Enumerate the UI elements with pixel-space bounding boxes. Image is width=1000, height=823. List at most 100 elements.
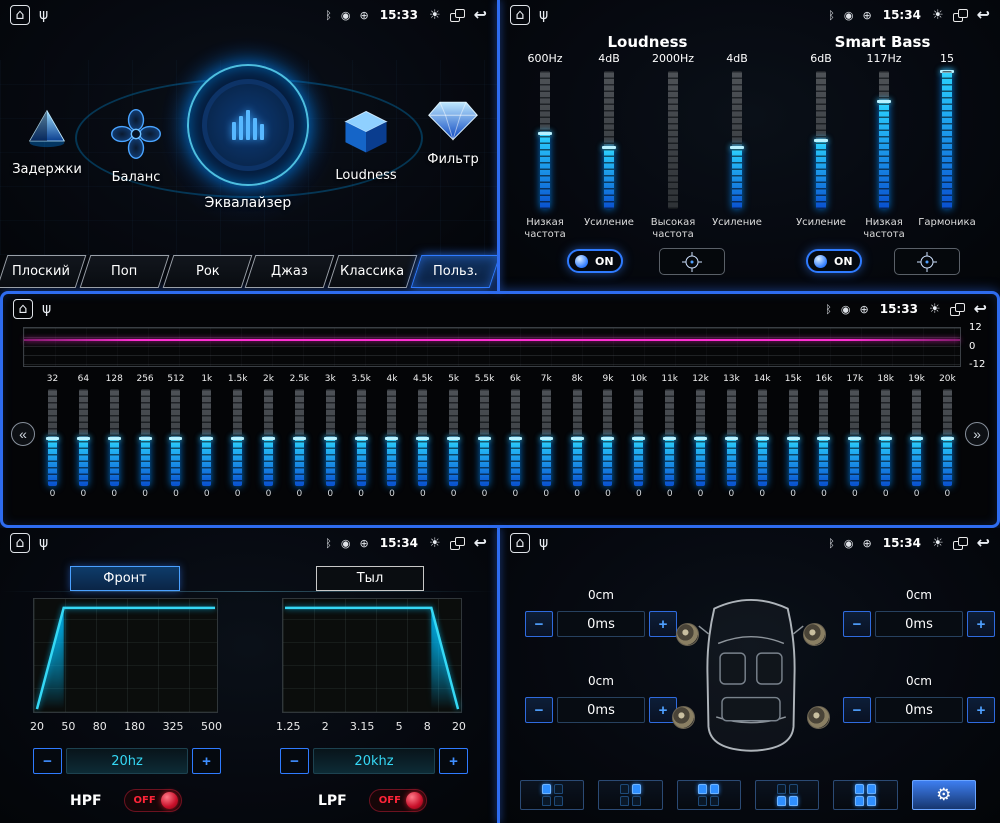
lpf-frequency-slider[interactable]: 20khz — [313, 748, 435, 774]
loudness-slider: 4dBУсиление — [705, 52, 769, 229]
delay-minus-button[interactable]: − — [525, 611, 553, 637]
slider-track[interactable] — [540, 71, 550, 209]
loudness-on-toggle[interactable]: ON — [567, 249, 623, 273]
slider-track[interactable] — [665, 389, 674, 486]
slider-track[interactable] — [696, 389, 705, 486]
smartbass-on-toggle[interactable]: ON — [806, 249, 862, 273]
slider-track[interactable] — [202, 389, 211, 486]
slider-track[interactable] — [727, 389, 736, 486]
tab-front[interactable]: Фронт — [70, 566, 180, 591]
menu-item-delays[interactable]: Задержки — [4, 102, 90, 177]
slider-track[interactable] — [542, 389, 551, 486]
seat-preset-button[interactable] — [520, 780, 584, 810]
menu-item-equalizer[interactable]: Эквалайзер — [180, 64, 316, 211]
hpf-minus-button[interactable]: − — [33, 748, 62, 774]
recent-apps-icon[interactable] — [953, 537, 968, 550]
preset-tab[interactable]: Плоский — [0, 255, 86, 288]
slider-track[interactable] — [295, 389, 304, 486]
tab-rear[interactable]: Тыл — [316, 566, 424, 591]
hpf-frequency-slider[interactable]: 20hz — [66, 748, 188, 774]
slider-track[interactable] — [881, 389, 890, 486]
slider-track[interactable] — [326, 389, 335, 486]
slider-track[interactable] — [110, 389, 119, 486]
brightness-icon[interactable]: ☀ — [429, 9, 441, 22]
preset-tab[interactable]: Классика — [328, 255, 418, 288]
seat-preset-button[interactable] — [677, 780, 741, 810]
slider-track[interactable] — [233, 389, 242, 486]
slider-track[interactable] — [387, 389, 396, 486]
slider-track[interactable] — [816, 71, 826, 209]
menu-item-loudness[interactable]: Loudness — [322, 104, 410, 183]
slider-track[interactable] — [171, 389, 180, 486]
slider-track[interactable] — [79, 389, 88, 486]
home-icon[interactable]: ⌂ — [13, 299, 33, 319]
preset-tab[interactable]: Польз. — [411, 255, 497, 288]
recent-apps-icon[interactable] — [450, 9, 465, 22]
delay-minus-button[interactable]: − — [525, 697, 553, 723]
slider-track[interactable] — [758, 389, 767, 486]
preset-tab[interactable]: Рок — [162, 255, 252, 288]
brightness-icon[interactable]: ☀ — [932, 537, 944, 550]
slider-track[interactable] — [573, 389, 582, 486]
slider-track[interactable] — [357, 389, 366, 486]
delay-plus-button[interactable]: + — [649, 611, 677, 637]
slider-track[interactable] — [511, 389, 520, 486]
slider-track[interactable] — [604, 71, 614, 209]
menu-item-balance[interactable]: Баланс — [94, 106, 178, 185]
seat-preset-button[interactable] — [598, 780, 662, 810]
brightness-icon[interactable]: ☀ — [932, 9, 944, 22]
slider-track[interactable] — [418, 389, 427, 486]
slider-track[interactable] — [850, 389, 859, 486]
prev-page-button[interactable]: « — [11, 422, 35, 446]
loudness-target-button[interactable] — [659, 248, 725, 275]
slider-track[interactable] — [603, 389, 612, 486]
back-icon[interactable]: ↩ — [474, 7, 487, 23]
seat-preset-button[interactable] — [755, 780, 819, 810]
delay-plus-button[interactable]: + — [967, 611, 995, 637]
slider-track[interactable] — [480, 389, 489, 486]
back-icon[interactable]: ↩ — [977, 7, 990, 23]
back-icon[interactable]: ↩ — [974, 301, 987, 317]
preset-label: Польз. — [433, 264, 478, 279]
menu-item-filter[interactable]: Фильтр — [412, 94, 494, 167]
home-icon[interactable]: ⌂ — [510, 5, 530, 25]
delay-minus-button[interactable]: − — [843, 611, 871, 637]
smartbass-target-button[interactable] — [894, 248, 960, 275]
lpf-toggle[interactable]: OFF — [369, 789, 427, 812]
back-icon[interactable]: ↩ — [474, 535, 487, 551]
slider-track[interactable] — [732, 71, 742, 209]
slider-track[interactable] — [141, 389, 150, 486]
lpf-minus-button[interactable]: − — [280, 748, 309, 774]
slider-track[interactable] — [912, 389, 921, 486]
next-page-button[interactable]: » — [965, 422, 989, 446]
lpf-plus-button[interactable]: + — [439, 748, 468, 774]
delay-minus-button[interactable]: − — [843, 697, 871, 723]
hpf-toggle[interactable]: OFF — [124, 789, 182, 812]
slider-track[interactable] — [879, 71, 889, 209]
home-icon[interactable]: ⌂ — [10, 5, 30, 25]
home-icon[interactable]: ⌂ — [10, 533, 30, 553]
preset-tab[interactable]: Поп — [79, 255, 169, 288]
slider-track[interactable] — [789, 389, 798, 486]
slider-track[interactable] — [668, 71, 678, 209]
slider-track[interactable] — [634, 389, 643, 486]
back-icon[interactable]: ↩ — [977, 535, 990, 551]
slider-track[interactable] — [264, 389, 273, 486]
recent-apps-icon[interactable] — [450, 537, 465, 550]
seat-preset-button[interactable] — [833, 780, 897, 810]
slider-track[interactable] — [449, 389, 458, 486]
recent-apps-icon[interactable] — [953, 9, 968, 22]
slider-track[interactable] — [943, 389, 952, 486]
home-icon[interactable]: ⌂ — [510, 533, 530, 553]
slider-track[interactable] — [819, 389, 828, 486]
delay-plus-button[interactable]: + — [967, 697, 995, 723]
slider-track[interactable] — [48, 389, 57, 486]
hpf-plus-button[interactable]: + — [192, 748, 221, 774]
crosshair-icon — [917, 252, 937, 272]
brightness-icon[interactable]: ☀ — [929, 303, 941, 316]
settings-button[interactable]: ⚙ — [912, 780, 976, 810]
preset-tab[interactable]: Джаз — [245, 255, 335, 288]
brightness-icon[interactable]: ☀ — [429, 537, 441, 550]
recent-apps-icon[interactable] — [950, 303, 965, 316]
slider-track[interactable] — [942, 71, 952, 209]
